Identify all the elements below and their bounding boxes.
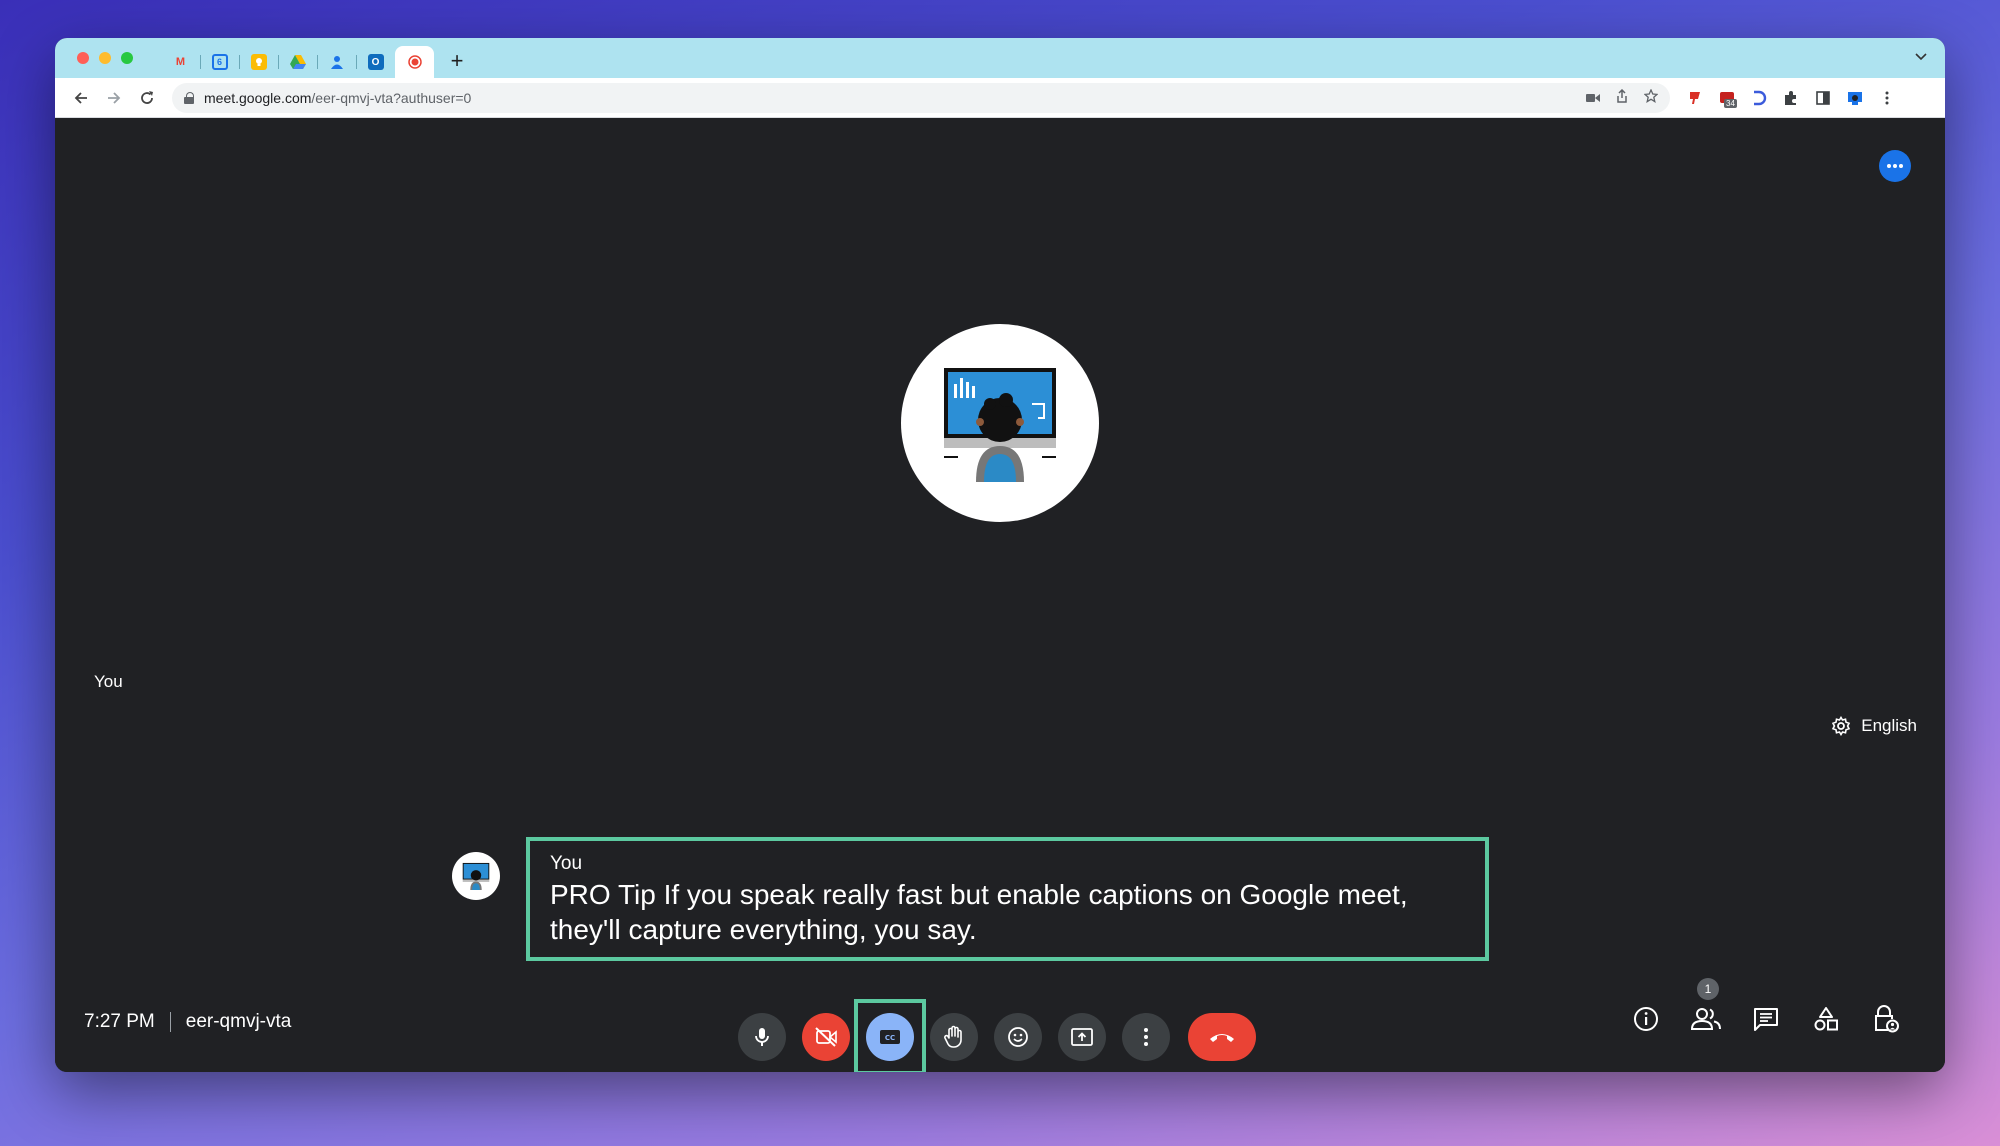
svg-text:CC: CC — [885, 1034, 895, 1042]
tab-bar: M 6 O + — [55, 38, 1945, 78]
camera-off-button[interactable] — [802, 1013, 850, 1061]
camera-in-use-icon[interactable] — [1586, 90, 1600, 106]
browser-toolbar: meet.google.com/eer-qmvj-vta?authuser=0 … — [55, 78, 1945, 118]
meeting-details-button[interactable] — [1631, 1004, 1661, 1034]
forward-arrow-icon — [108, 91, 121, 104]
reload-icon — [141, 90, 153, 104]
participant-count-badge: 1 — [1697, 978, 1719, 1000]
extension-red-icon[interactable] — [1686, 89, 1704, 107]
lock-icon[interactable] — [184, 91, 194, 104]
gmail-icon: M — [175, 56, 186, 68]
leave-call-button[interactable] — [1188, 1013, 1256, 1061]
keep-icon — [250, 54, 267, 70]
caption-language-button[interactable]: English — [1831, 716, 1917, 736]
raise-hand-button[interactable] — [930, 1013, 978, 1061]
maximize-window-button[interactable] — [121, 52, 133, 64]
caption-speaker-avatar — [452, 852, 500, 900]
tab-gmail[interactable]: M — [161, 46, 200, 78]
outlook-icon: O — [367, 54, 384, 70]
meeting-details: 7:27 PM eer-qmvj-vta — [84, 1011, 291, 1033]
present-screen-button[interactable] — [1058, 1013, 1106, 1061]
side-panel-icon[interactable] — [1814, 89, 1832, 107]
caption-text: PRO Tip If you speak really fast but ena… — [550, 879, 1408, 945]
tab-keep[interactable] — [239, 46, 278, 78]
window-controls — [77, 52, 133, 64]
address-bar[interactable]: meet.google.com/eer-qmvj-vta?authuser=0 — [172, 82, 1670, 113]
closed-captions-icon: CC — [880, 1030, 900, 1044]
browser-menu-icon[interactable] — [1878, 89, 1896, 107]
tab-outlook[interactable]: O — [356, 46, 395, 78]
live-caption-box: You PRO Tip If you speak really fast but… — [526, 837, 1489, 961]
gear-icon — [1832, 716, 1851, 736]
meeting-details-divider — [169, 1012, 171, 1032]
microphone-button[interactable] — [738, 1013, 786, 1061]
captions-button[interactable]: CC — [866, 1013, 914, 1061]
tab-meet[interactable] — [395, 46, 434, 78]
participant-name-label: You — [94, 672, 123, 691]
minimize-window-button[interactable] — [99, 52, 111, 64]
extension-badge-icon[interactable]: 34 — [1718, 89, 1737, 108]
lock-person-icon — [1875, 1005, 1899, 1033]
drive-icon — [289, 54, 306, 70]
emoji-smile-icon — [1008, 1027, 1028, 1047]
meet-stage: You English You PRO Tip If you speak rea… — [55, 118, 1945, 1072]
more-vertical-icon — [1144, 1028, 1148, 1046]
extensions-puzzle-icon[interactable] — [1782, 89, 1800, 107]
camera-off-icon — [815, 1027, 837, 1047]
avatar-illustration-icon — [944, 368, 1056, 482]
caption-language-label: English — [1861, 716, 1917, 735]
call-controls: CC — [738, 999, 1256, 1072]
activities-button[interactable] — [1811, 1004, 1841, 1034]
tab-contacts[interactable] — [317, 46, 356, 78]
tab-calendar[interactable]: 6 — [200, 46, 239, 78]
more-options-button[interactable] — [1122, 1013, 1170, 1061]
url-text: meet.google.com/eer-qmvj-vta?authuser=0 — [204, 90, 471, 106]
extension-badge-count: 34 — [1724, 98, 1737, 108]
tab-drive[interactable] — [278, 46, 317, 78]
meeting-time: 7:27 PM — [84, 1011, 155, 1032]
tile-options-button[interactable] — [1879, 150, 1911, 182]
url-path: /eer-qmvj-vta?authuser=0 — [311, 89, 472, 106]
reactions-button[interactable] — [994, 1013, 1042, 1061]
people-button[interactable]: 1 — [1691, 978, 1721, 1034]
browser-window: M 6 O + meet.google.com/eer-qmvj-vta?aut… — [55, 38, 1945, 1072]
present-screen-icon — [1071, 1028, 1093, 1046]
more-horizontal-icon — [1887, 164, 1903, 168]
info-icon — [1634, 1007, 1658, 1031]
calendar-icon: 6 — [211, 54, 228, 70]
people-icon — [1691, 1008, 1721, 1030]
activities-shapes-icon — [1814, 1007, 1838, 1031]
chat-icon — [1754, 1008, 1778, 1031]
extension-blue-icon[interactable] — [1750, 89, 1768, 107]
host-controls-button[interactable] — [1871, 1004, 1901, 1034]
extensions-area: 34 — [1686, 89, 1896, 108]
forward-button[interactable] — [99, 83, 129, 113]
avatar-illustration-icon — [462, 862, 490, 890]
address-bar-actions — [1586, 83, 1659, 113]
tab-strip: M 6 O — [161, 38, 434, 78]
captions-highlight: CC — [854, 999, 926, 1072]
meeting-code: eer-qmvj-vta — [185, 1011, 292, 1032]
profile-avatar-icon[interactable] — [1846, 89, 1864, 107]
meet-recording-icon — [407, 54, 423, 70]
contacts-icon — [329, 54, 345, 70]
url-host: meet.google.com — [204, 89, 312, 106]
back-button[interactable] — [66, 83, 96, 113]
bookmark-star-icon[interactable] — [1643, 88, 1659, 106]
back-arrow-icon — [74, 91, 87, 104]
hang-up-phone-icon — [1210, 1034, 1234, 1042]
new-tab-button[interactable]: + — [442, 46, 472, 76]
meeting-side-controls: 1 — [1631, 978, 1901, 1034]
chat-button[interactable] — [1751, 1004, 1781, 1034]
share-icon[interactable] — [1616, 88, 1628, 106]
reload-button[interactable] — [132, 83, 162, 113]
microphone-icon — [755, 1028, 769, 1046]
tab-search-chevron-icon[interactable] — [1915, 48, 1927, 64]
caption-speaker-name: You — [550, 853, 583, 874]
participant-avatar — [901, 324, 1099, 522]
close-window-button[interactable] — [77, 52, 89, 64]
raise-hand-icon — [944, 1025, 962, 1048]
